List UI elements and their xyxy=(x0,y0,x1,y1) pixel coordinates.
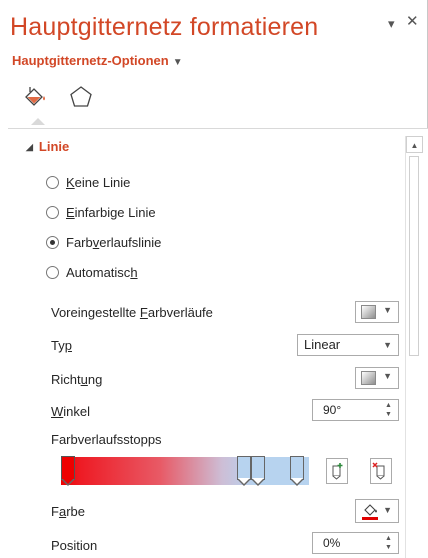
spin-down-icon[interactable]: ▼ xyxy=(385,410,393,419)
close-icon[interactable]: ✕ xyxy=(406,12,419,30)
gradient-stops-label: Farbverlaufsstopps xyxy=(51,432,162,447)
remove-gradient-stop-icon xyxy=(372,462,385,480)
direction-swatch-icon xyxy=(361,371,376,385)
collapse-triangle-icon: ◢ xyxy=(26,142,33,152)
position-spinner[interactable]: 0% ▲ ▼ xyxy=(312,532,399,554)
gradient-stop[interactable] xyxy=(250,456,265,486)
gradient-swatch-icon xyxy=(361,305,376,319)
options-dropdown-label: Hauptgitternetz-Optionen xyxy=(12,53,169,68)
color-label: Farbe xyxy=(51,504,85,519)
radio-gradient-line[interactable]: Farbverlaufslinie xyxy=(46,233,161,251)
options-dropdown[interactable]: Hauptgitternetz-Optionen ▼ xyxy=(12,53,183,68)
section-line-toggle[interactable]: ◢ Linie xyxy=(26,139,69,154)
pentagon-icon[interactable] xyxy=(68,84,94,110)
preset-gradients-dropdown[interactable]: ▼ xyxy=(355,301,399,323)
angle-label: Winkel xyxy=(51,404,91,419)
format-pane: Hauptgitternetz formatieren ▾ ✕ Hauptgit… xyxy=(0,0,428,558)
chevron-down-icon: ▼ xyxy=(383,505,392,515)
type-select[interactable]: Linear ▼ xyxy=(297,334,399,356)
add-gradient-stop-button[interactable] xyxy=(326,458,348,484)
gradient-stop[interactable] xyxy=(236,456,251,486)
gradient-stop[interactable] xyxy=(290,456,305,486)
type-label: Typ xyxy=(51,338,72,353)
gradient-stops-bar[interactable] xyxy=(61,457,309,485)
pane-options-menu-icon[interactable]: ▾ xyxy=(388,16,395,32)
scroll-up-icon[interactable]: ▲ xyxy=(406,136,423,153)
chevron-down-icon: ▼ xyxy=(383,340,392,350)
radio-no-line[interactable]: Keine Linie xyxy=(46,173,130,191)
radio-button[interactable] xyxy=(46,265,59,279)
radio-label: Keine Linie xyxy=(66,174,131,190)
radio-label: Einfarbige Linie xyxy=(66,204,156,220)
type-select-value: Linear xyxy=(304,337,341,352)
radio-solid-line[interactable]: Einfarbige Linie xyxy=(46,203,156,221)
fill-and-line-icon[interactable] xyxy=(22,84,48,110)
options-content: ◢ Linie Keine Linie Einfarbige Linie Farb… xyxy=(8,128,428,558)
remove-gradient-stop-button[interactable] xyxy=(370,458,392,484)
preset-gradients-label: Voreingestellte Farbverläufe xyxy=(51,305,213,320)
angle-spinner[interactable]: 90° ▲ ▼ xyxy=(312,399,399,421)
position-label: Position xyxy=(51,538,98,553)
radio-button[interactable] xyxy=(46,205,59,219)
selected-tab-indicator xyxy=(31,118,45,125)
add-gradient-stop-icon xyxy=(332,463,343,480)
radio-label: Farbverlaufslinie xyxy=(66,234,162,250)
chevron-down-icon: ▼ xyxy=(383,371,392,381)
spin-up-icon[interactable]: ▲ xyxy=(385,401,393,410)
scrollbar-thumb[interactable] xyxy=(409,156,419,356)
spin-arrows[interactable]: ▲ ▼ xyxy=(385,401,393,419)
gradient-stop-selected[interactable] xyxy=(61,456,75,486)
outline-color-dropdown[interactable]: ▼ xyxy=(355,499,399,523)
direction-dropdown[interactable]: ▼ xyxy=(355,367,399,389)
pane-title: Hauptgitternetz formatieren xyxy=(10,13,319,41)
angle-value: 90° xyxy=(323,403,342,417)
section-line-label: Linie xyxy=(38,139,70,154)
direction-label: Richtung xyxy=(51,372,103,387)
spin-down-icon[interactable]: ▼ xyxy=(385,543,393,552)
paint-bucket-icon xyxy=(362,504,378,520)
position-value: 0% xyxy=(323,536,341,550)
chevron-down-icon: ▼ xyxy=(172,57,183,68)
vertical-scrollbar[interactable]: ▲ xyxy=(405,136,423,558)
spin-arrows[interactable]: ▲ ▼ xyxy=(385,534,393,552)
radio-button-selected[interactable] xyxy=(46,235,59,249)
spin-up-icon[interactable]: ▲ xyxy=(385,534,393,543)
radio-automatic[interactable]: Automatisch xyxy=(46,263,138,281)
chevron-down-icon: ▼ xyxy=(383,305,392,315)
radio-button[interactable] xyxy=(46,175,59,189)
radio-label: Automatisch xyxy=(66,264,138,280)
